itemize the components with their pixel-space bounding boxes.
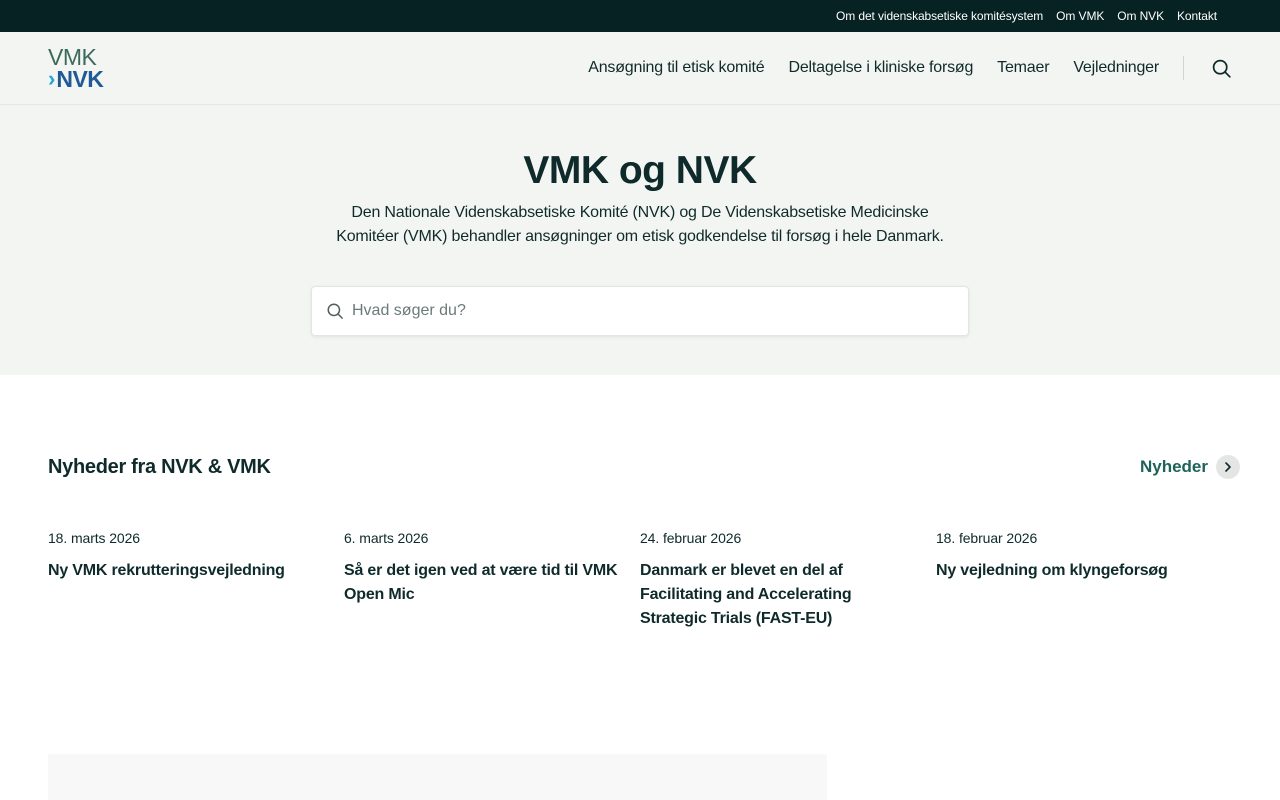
topbar-link-om-nvk[interactable]: Om NVK bbox=[1117, 9, 1164, 23]
nav-item-ansoegning[interactable]: Ansøgning til etisk komité bbox=[588, 59, 764, 77]
search-input[interactable] bbox=[352, 302, 932, 320]
hero-section: VMK og NVK Den Nationale Videnskabsetisk… bbox=[0, 105, 1280, 375]
logo-nvk-text: NVK bbox=[56, 65, 104, 92]
topbar-link-kontakt[interactable]: Kontakt bbox=[1177, 9, 1217, 23]
utility-bar: Om det videnskabsetiske komitésystem Om … bbox=[0, 0, 1280, 32]
news-card: 6. marts 2026 Så er det igen ved at være… bbox=[344, 530, 640, 631]
news-section: Nyheder fra NVK & VMK Nyheder 18. marts … bbox=[0, 375, 1280, 631]
news-card: 18. februar 2026 Ny vejledning om klynge… bbox=[936, 530, 1232, 631]
news-title-link[interactable]: Ny vejledning om klyngeforsøg bbox=[936, 559, 1212, 583]
main-nav: Ansøgning til etisk komité Deltagelse i … bbox=[564, 56, 1232, 80]
nav-divider bbox=[1183, 56, 1184, 80]
news-list: 18. marts 2026 Ny VMK rekrutteringsvejle… bbox=[48, 530, 1232, 631]
news-heading: Nyheder fra NVK & VMK bbox=[48, 455, 271, 478]
news-card: 18. marts 2026 Ny VMK rekrutteringsvejle… bbox=[48, 530, 344, 631]
news-all-link[interactable]: Nyheder bbox=[1140, 455, 1240, 479]
nav-item-vejledninger[interactable]: Vejledninger bbox=[1073, 59, 1159, 77]
hero-description: Den Nationale Videnskabsetiske Komité (N… bbox=[336, 204, 944, 245]
search-icon bbox=[1212, 59, 1231, 78]
nav-item-temaer[interactable]: Temaer bbox=[997, 59, 1049, 77]
news-date: 18. februar 2026 bbox=[936, 530, 1038, 546]
news-all-link-label: Nyheder bbox=[1139, 457, 1208, 476]
topbar-link-komitesystem[interactable]: Om det videnskabsetiske komitésystem bbox=[836, 9, 1043, 23]
news-date: 24. februar 2026 bbox=[640, 530, 742, 546]
news-header: Nyheder fra NVK & VMK Nyheder bbox=[48, 455, 1240, 479]
site-header: VMK › NVK Ansøgning til etisk komité Del… bbox=[0, 32, 1280, 105]
news-title-link[interactable]: Så er det igen ved at være tid til VMK O… bbox=[344, 559, 620, 607]
search-icon bbox=[327, 303, 343, 319]
news-card: 24. februar 2026 Danmark er blevet en de… bbox=[640, 530, 936, 631]
search-button[interactable] bbox=[1210, 57, 1232, 79]
content-panel-placeholder bbox=[48, 754, 827, 800]
hero-search-box bbox=[311, 286, 969, 336]
logo-nvk-row: › NVK bbox=[48, 65, 118, 92]
topbar-link-om-vmk[interactable]: Om VMK bbox=[1056, 9, 1104, 23]
page-title: VMK og NVK bbox=[523, 149, 757, 192]
site-logo[interactable]: VMK › NVK bbox=[48, 45, 118, 92]
news-date: 18. marts 2026 bbox=[48, 530, 140, 546]
news-date: 6. marts 2026 bbox=[344, 530, 429, 546]
news-title-link[interactable]: Danmark er blevet en del af Facilitating… bbox=[640, 559, 916, 631]
logo-chevron-icon: › bbox=[48, 66, 56, 91]
news-title-link[interactable]: Ny VMK rekrutteringsvejledning bbox=[48, 559, 324, 583]
nav-item-deltagelse[interactable]: Deltagelse i kliniske forsøg bbox=[788, 59, 973, 77]
chevron-right-icon bbox=[1216, 455, 1240, 479]
